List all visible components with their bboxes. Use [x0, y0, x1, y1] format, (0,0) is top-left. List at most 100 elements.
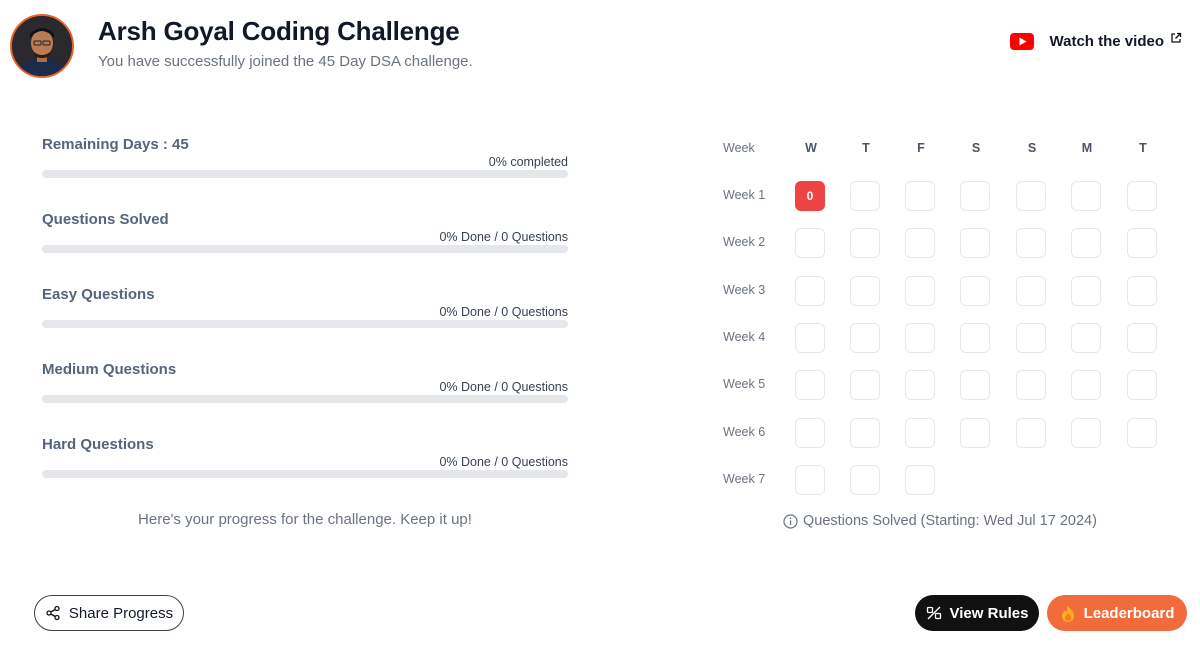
stat-label: Easy Questions [42, 286, 155, 303]
page-title: Arsh Goyal Coding Challenge [98, 16, 460, 46]
calendar-day-cell[interactable] [1016, 276, 1046, 306]
calendar-day-cell[interactable] [850, 276, 880, 306]
day-column-header: M [1081, 141, 1093, 155]
stat-label: Remaining Days : 45 [42, 136, 189, 153]
page-subtitle: You have successfully joined the 45 Day … [98, 53, 473, 70]
calendar-day-cell[interactable] [850, 418, 880, 448]
progress-bar [42, 245, 568, 253]
watch-video-link[interactable]: Watch the video [1009, 31, 1182, 50]
leaderboard-button[interactable]: Leaderboard [1047, 595, 1187, 631]
remaining-days-stat: Remaining Days : 45 0% completed [42, 130, 568, 205]
share-icon [45, 605, 61, 621]
calendar-day-cell[interactable] [1071, 181, 1101, 211]
view-rules-label: View Rules [949, 604, 1029, 622]
calendar-day-cell[interactable] [1071, 276, 1101, 306]
calendar-day-cell[interactable] [905, 465, 935, 495]
progress-bar [42, 395, 568, 403]
watch-video-label: Watch the video [1049, 33, 1164, 50]
calendar-day-cell[interactable] [1016, 418, 1046, 448]
external-link-icon [1170, 31, 1182, 43]
avatar [10, 14, 74, 78]
calendar-day-cell[interactable] [1127, 276, 1157, 306]
leaderboard-label: Leaderboard [1083, 604, 1175, 622]
week-column-header: Week [723, 141, 755, 155]
calendar-day-cell[interactable] [1071, 323, 1101, 353]
stat-value: 0% Done / 0 Questions [439, 380, 568, 394]
calendar-day-cell[interactable] [905, 228, 935, 258]
medium-questions-stat: Medium Questions 0% Done / 0 Questions [42, 355, 568, 430]
progress-bar [42, 470, 568, 478]
progress-bar [42, 170, 568, 178]
share-progress-label: Share Progress [68, 604, 174, 622]
stat-value: 0% completed [488, 155, 568, 169]
fire-icon [1060, 605, 1076, 622]
week-label: Week 1 [723, 188, 766, 202]
calendar-day-cell[interactable] [905, 181, 935, 211]
calendar-caption-text: Questions Solved (Starting: Wed Jul 17 2… [803, 513, 1097, 529]
calendar-day-cell[interactable] [850, 323, 880, 353]
calendar-day-cell[interactable] [1016, 228, 1046, 258]
hard-questions-stat: Hard Questions 0% Done / 0 Questions [42, 430, 568, 505]
calendar-day-cell[interactable] [1071, 418, 1101, 448]
calendar-day-cell[interactable] [960, 323, 990, 353]
calendar-day-cell[interactable] [960, 181, 990, 211]
calendar-day-cell[interactable] [850, 181, 880, 211]
calendar-day-cell[interactable] [905, 323, 935, 353]
day-column-header: F [917, 141, 925, 155]
day-column-header: S [971, 141, 981, 155]
calendar-day-cell[interactable] [1071, 228, 1101, 258]
calendar-day-cell[interactable]: 0 [795, 181, 825, 211]
calendar-day-cell[interactable] [905, 276, 935, 306]
day-column-header: T [1139, 141, 1147, 155]
stat-value: 0% Done / 0 Questions [439, 230, 568, 244]
calendar-day-cell[interactable] [850, 228, 880, 258]
calendar-day-cell[interactable] [795, 370, 825, 400]
calendar-day-cell[interactable] [960, 370, 990, 400]
progress-panel: Remaining Days : 45 0% completed Questio… [42, 130, 568, 505]
calendar-day-cell[interactable] [1127, 370, 1157, 400]
stat-label: Questions Solved [42, 211, 169, 228]
calendar-day-cell[interactable] [960, 418, 990, 448]
youtube-icon [1009, 33, 1034, 50]
calendar-caption: Questions Solved (Starting: Wed Jul 17 2… [783, 513, 1097, 529]
calendar-day-cell[interactable] [1016, 181, 1046, 211]
day-column-header: T [862, 141, 870, 155]
calendar-day-cell[interactable] [795, 465, 825, 495]
stat-value: 0% Done / 0 Questions [439, 455, 568, 469]
stat-label: Medium Questions [42, 361, 177, 378]
calendar-day-cell[interactable] [905, 370, 935, 400]
progress-message: Here's your progress for the challenge. … [138, 511, 472, 528]
week-label: Week 2 [723, 235, 766, 249]
calendar-day-cell[interactable] [1016, 370, 1046, 400]
share-progress-button[interactable]: Share Progress [34, 595, 184, 631]
calendar-day-cell[interactable] [795, 418, 825, 448]
week-label: Week 4 [723, 330, 766, 344]
day-column-header: S [1027, 141, 1037, 155]
view-rules-button[interactable]: View Rules [915, 595, 1039, 631]
calendar-day-cell[interactable] [795, 276, 825, 306]
calendar-day-cell[interactable] [960, 228, 990, 258]
week-label: Week 3 [723, 283, 766, 297]
week-label: Week 5 [723, 377, 766, 391]
calendar-day-cell[interactable] [960, 276, 990, 306]
calendar-day-cell[interactable] [905, 418, 935, 448]
info-icon [783, 513, 798, 529]
calendar-day-cell[interactable] [1071, 370, 1101, 400]
calendar-day-cell[interactable] [1127, 323, 1157, 353]
week-label: Week 6 [723, 425, 766, 439]
calendar-day-cell[interactable] [1127, 181, 1157, 211]
calendar-day-cell[interactable] [1016, 323, 1046, 353]
questions-solved-stat: Questions Solved 0% Done / 0 Questions [42, 205, 568, 280]
week-label: Week 7 [723, 472, 766, 486]
calendar-day-cell[interactable] [850, 465, 880, 495]
calendar-day-cell[interactable] [1127, 228, 1157, 258]
calendar-day-cell[interactable] [850, 370, 880, 400]
progress-bar [42, 320, 568, 328]
stat-label: Hard Questions [42, 436, 154, 453]
easy-questions-stat: Easy Questions 0% Done / 0 Questions [42, 280, 568, 355]
stat-value: 0% Done / 0 Questions [439, 305, 568, 319]
calendar-day-cell[interactable] [795, 228, 825, 258]
rules-icon [926, 605, 942, 621]
calendar-day-cell[interactable] [795, 323, 825, 353]
calendar-day-cell[interactable] [1127, 418, 1157, 448]
